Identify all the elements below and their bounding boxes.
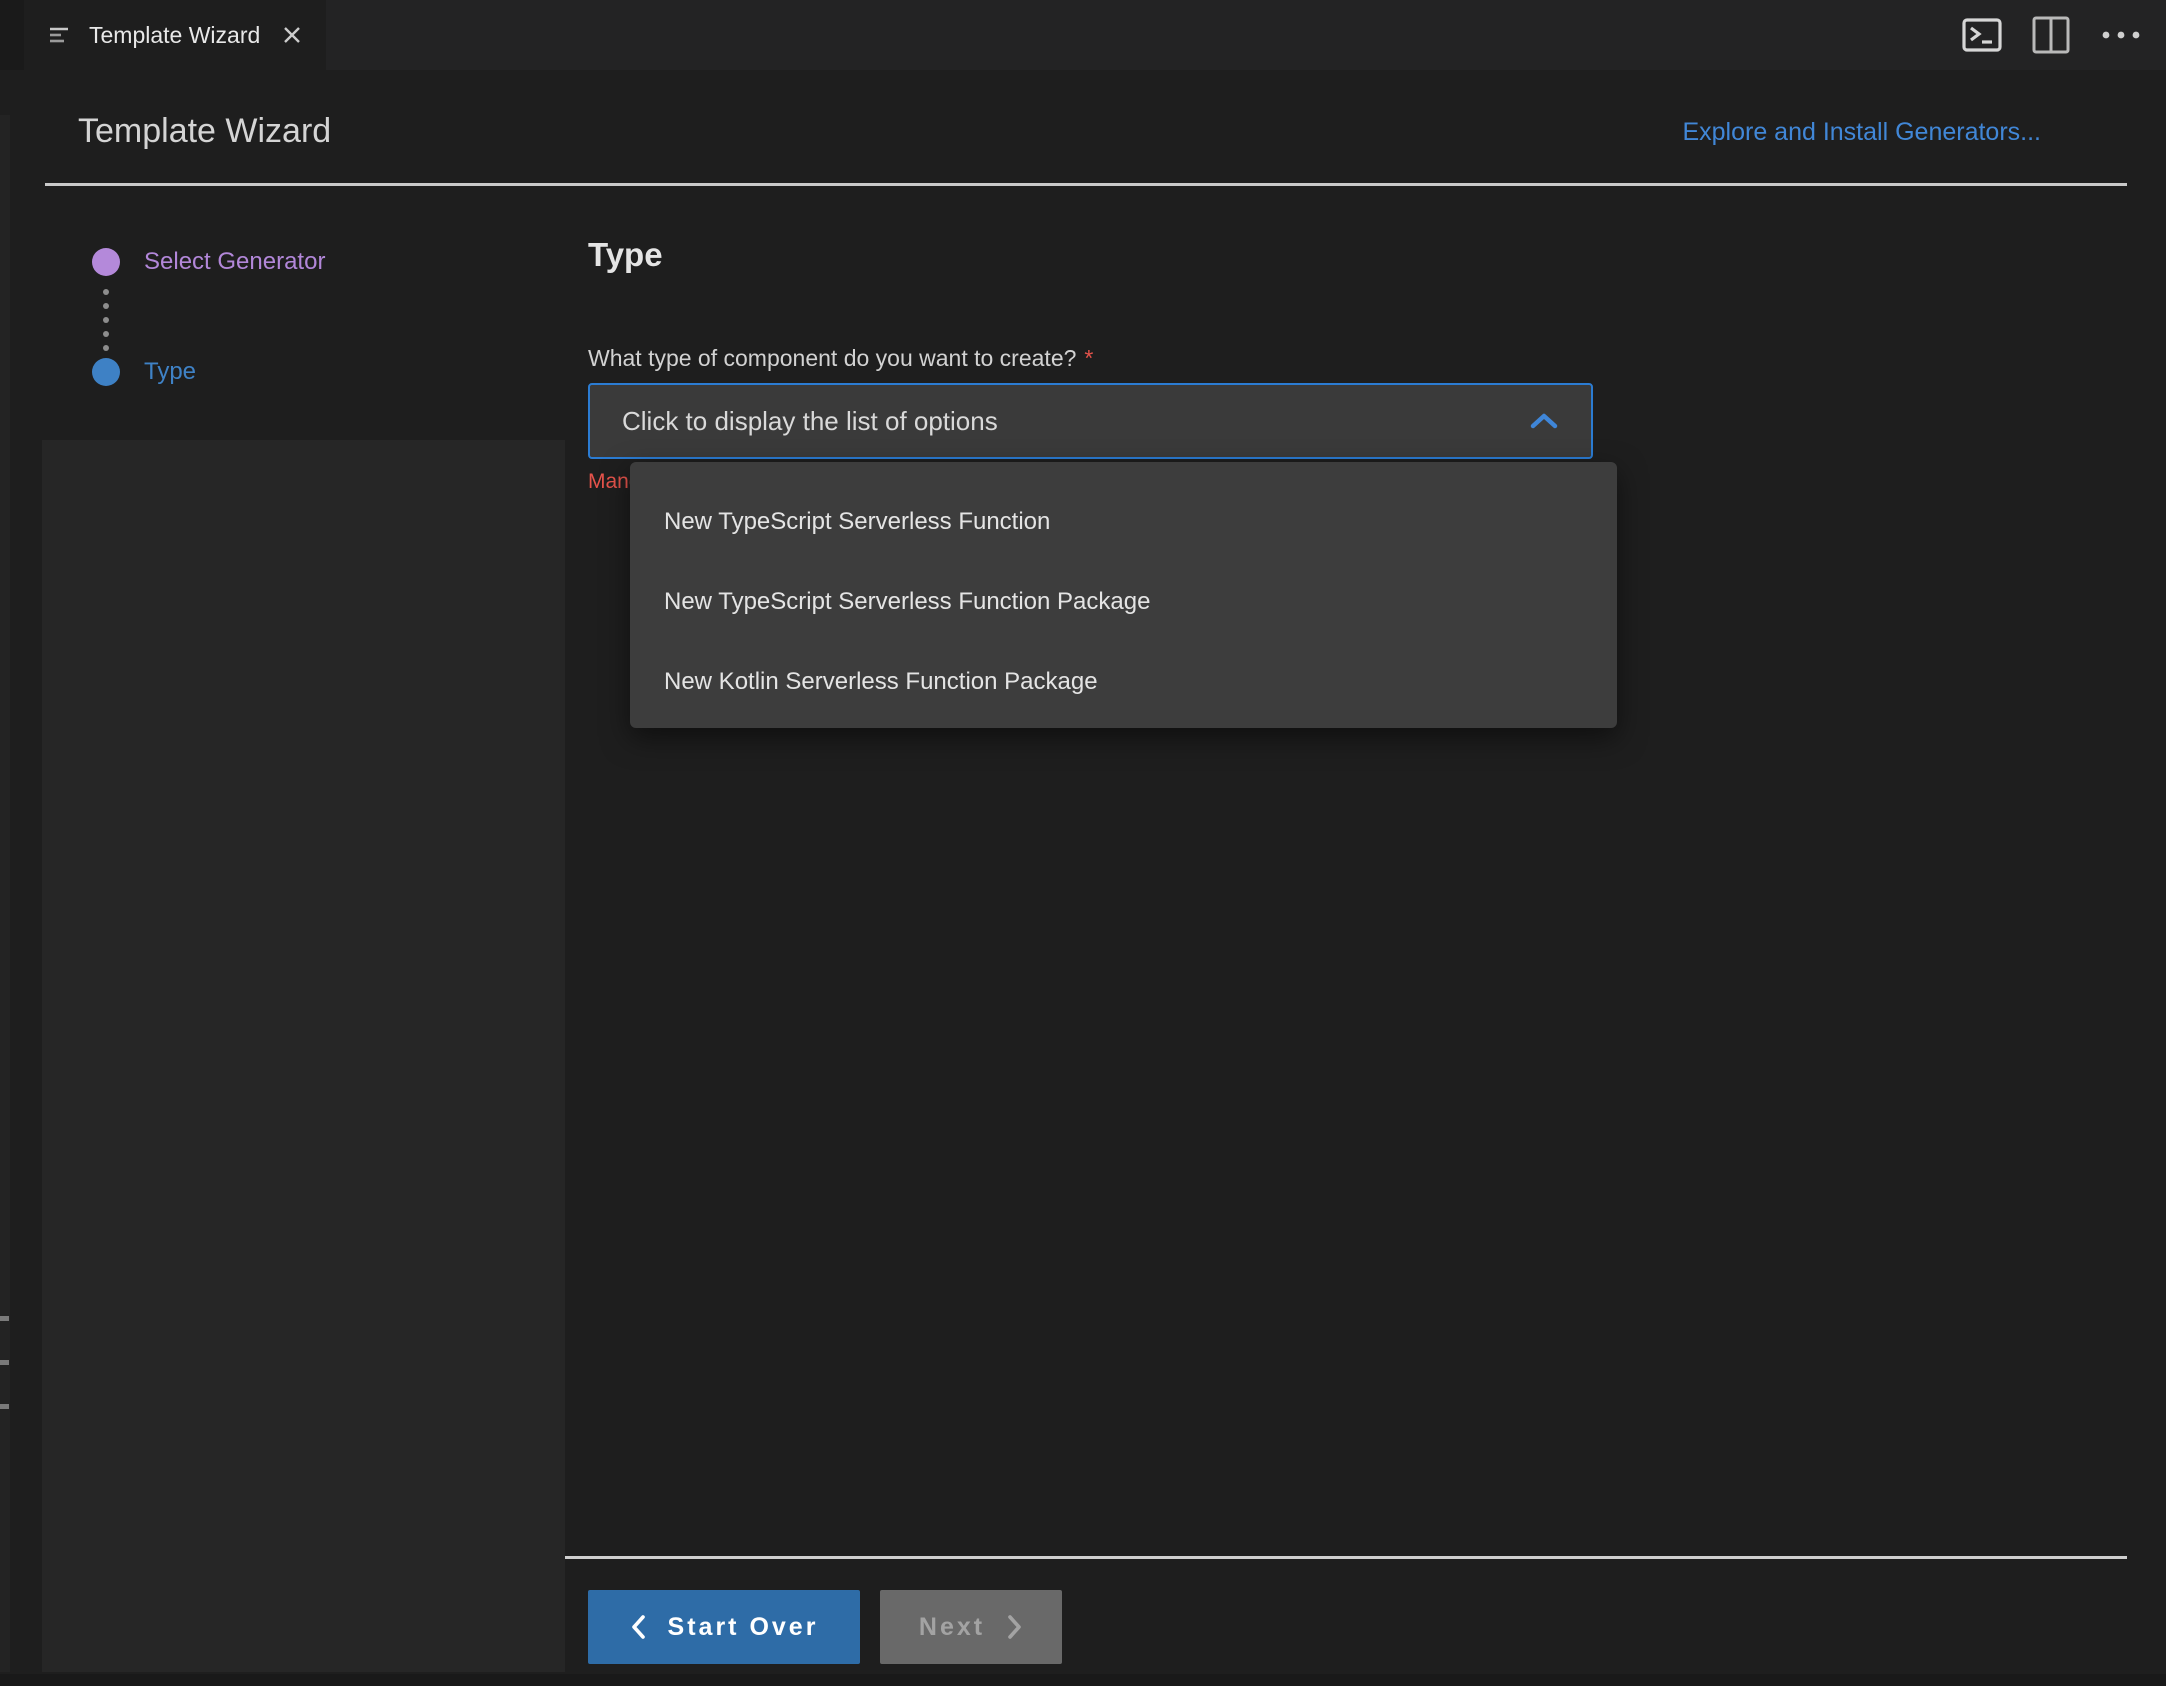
next-label: Next xyxy=(918,1612,986,1641)
select-options-popup: New TypeScript Serverless Function New T… xyxy=(630,462,1617,728)
select-value: Click to display the list of options xyxy=(622,405,998,436)
start-over-label: Start Over xyxy=(667,1612,819,1641)
chevron-right-icon xyxy=(1007,1614,1023,1640)
stepper-connector xyxy=(103,289,109,365)
editor-tab-bar: Template Wizard xyxy=(0,0,2166,70)
tab-template-wizard[interactable]: Template Wizard xyxy=(24,0,326,70)
terminal-icon[interactable] xyxy=(1962,18,2002,52)
close-icon[interactable] xyxy=(280,23,304,47)
more-actions-icon[interactable] xyxy=(2100,29,2142,41)
split-editor-icon[interactable] xyxy=(2032,16,2070,54)
editor-actions xyxy=(1962,0,2142,70)
chevron-left-icon xyxy=(630,1614,646,1640)
tab-title: Template Wizard xyxy=(89,21,261,48)
question-text: What type of component do you want to cr… xyxy=(588,345,1077,371)
edge-marker xyxy=(0,1360,9,1365)
step-type[interactable]: Type xyxy=(92,358,196,386)
panel-list-icon xyxy=(46,22,72,48)
bottom-edge-strip xyxy=(0,1674,2166,1686)
chevron-up-icon xyxy=(1529,412,1559,430)
header-divider xyxy=(45,183,2127,186)
step-dot-current xyxy=(92,358,120,386)
template-wizard-window: Template Wizard Template Wizard Explore … xyxy=(0,0,2166,1686)
option-new-kotlin-serverless-function-package[interactable]: New Kotlin Serverless Function Package xyxy=(630,642,1617,722)
explore-generators-link[interactable]: Explore and Install Generators... xyxy=(1682,118,2041,147)
next-button[interactable]: Next xyxy=(880,1590,1062,1664)
edge-marker xyxy=(0,1316,9,1321)
step-dot-completed xyxy=(92,248,120,276)
step-label: Select Generator xyxy=(144,248,326,275)
option-new-typescript-serverless-function[interactable]: New TypeScript Serverless Function xyxy=(630,482,1617,562)
option-new-typescript-serverless-function-package[interactable]: New TypeScript Serverless Function Packa… xyxy=(630,562,1617,642)
required-marker: * xyxy=(1084,345,1094,371)
component-type-select[interactable]: Click to display the list of options xyxy=(588,383,1593,459)
left-edge-strip xyxy=(0,115,10,1672)
start-over-button[interactable]: Start Over xyxy=(588,1590,860,1664)
section-heading: Type xyxy=(588,236,663,273)
wizard-sidebar-panel xyxy=(42,440,565,1672)
step-select-generator[interactable]: Select Generator xyxy=(92,248,325,276)
edge-marker xyxy=(0,1404,9,1409)
page-title: Template Wizard xyxy=(78,112,332,150)
tab-bar-left-gap xyxy=(0,0,24,70)
question-label: What type of component do you want to cr… xyxy=(588,345,1093,372)
step-label: Type xyxy=(144,358,197,385)
footer-divider xyxy=(565,1556,2127,1559)
